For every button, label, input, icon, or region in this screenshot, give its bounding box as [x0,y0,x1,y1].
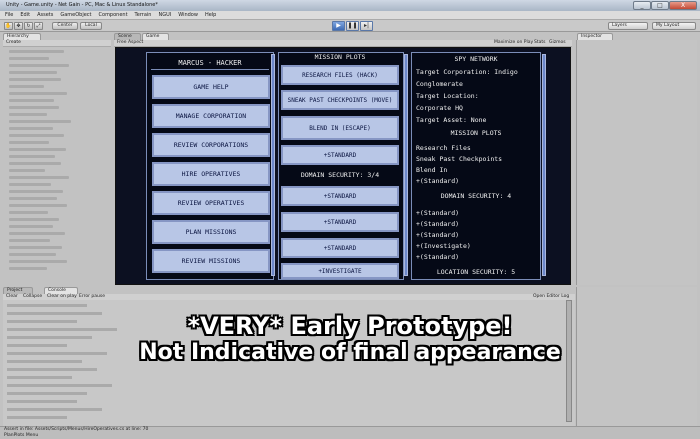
menu-file[interactable]: File [5,12,13,18]
spy-line-5: Target Asset: None [416,116,487,124]
maximize-on-play-toggle[interactable]: Maximize on Play [494,40,533,46]
console-tab-label: Console [48,288,66,293]
toolbar: ✋ ✥ ↻ ⤢ Center Local ▶ ❚❚ ▸| Layers My L… [0,20,700,32]
domain-standard-button-3[interactable]: +STANDARD [281,238,399,258]
player-title: MARCUS - HACKER [151,56,269,70]
domain-security-label: DOMAIN SECURITY: 3/4 [300,171,380,179]
menu-window[interactable]: Window [178,12,198,18]
minimize-button[interactable]: _ [633,1,651,10]
spy-plot-3: Blend In [416,166,448,174]
review-operatives-button[interactable]: REVIEW OPERATIVES [152,191,270,215]
game-view: MARCUS - HACKER GAME HELP MANAGE CORPORA… [115,47,571,285]
status-sub: PlanPlots Menu [4,433,39,438]
menu-gameobject[interactable]: GameObject [60,12,91,18]
review-corporations-button[interactable]: REVIEW CORPORATIONS [152,133,270,157]
game-view-toolbar: Free Aspect Maximize on Play Stats Gizmo… [114,40,572,47]
create-dropdown[interactable]: Create [6,40,21,46]
spy-domain-4: +(Investigate) [416,242,471,250]
game-tab-label: Game [146,34,160,39]
pivot-local-button[interactable]: Local [80,22,102,30]
manage-corporation-button[interactable]: MANAGE CORPORATION [152,104,270,128]
spy-domain-1: +(Standard) [416,209,460,217]
hierarchy-list [5,48,80,278]
spy-line-4: Corporate HQ [416,104,463,112]
prototype-notice-line-2: Not Indicative of final appearance [139,340,561,365]
menu-edit[interactable]: Edit [20,12,30,18]
aspect-dropdown[interactable]: Free Aspect [117,40,143,46]
game-tab[interactable]: Game [142,33,169,40]
spy-domain-5: +(Standard) [416,253,460,261]
project-tab-label: Project [7,288,23,293]
inspector-panel [576,40,697,285]
spy-line-2: Conglomerate [416,80,463,88]
hand-tool-icon[interactable]: ✋ [4,22,13,30]
mission-plots-title: MISSION PLOTS [314,53,366,61]
spy-network-title: SPY NETWORK [454,55,498,63]
layout-dropdown[interactable]: My Layout [652,22,696,30]
menu-bar: File Edit Assets GameObject Component Te… [0,11,700,20]
menu-component[interactable]: Component [99,12,128,18]
hierarchy-toolbar: Create [3,40,111,47]
menu-terrain[interactable]: Terrain [135,12,152,18]
spy-domain-title: DOMAIN SECURITY: 4 [440,192,512,200]
domain-standard-button-1[interactable]: +STANDARD [281,186,399,206]
gizmos-dropdown[interactable]: Gizmos [549,40,566,46]
menu-assets[interactable]: Assets [37,12,53,18]
layers-dropdown[interactable]: Layers [608,22,648,30]
hierarchy-tab-label: Hierarchy [7,34,29,39]
maximize-button[interactable]: □ [651,1,669,10]
menu-help[interactable]: Help [205,12,216,18]
scene-tab-label: Scene [118,34,132,39]
scene-tab[interactable]: Scene [114,33,141,40]
menu-ngui[interactable]: NGUI [158,12,171,18]
spy-line-1: Target Corporation: Indigo [416,68,518,76]
status-bar: Assert in file: Assets/Scripts/Menus/Hir… [0,426,700,439]
location-security-label: LOCATION SECURITY: 5 [436,268,516,276]
domain-investigate-button[interactable]: +INVESTIGATE [281,263,399,279]
spy-plot-1: Research Files [416,144,471,152]
spy-line-3: Target Location: [416,92,479,100]
prototype-notice-line-1: *VERY* Early Prototype! [187,312,513,340]
project-tab[interactable]: Project [3,287,33,294]
inspector-tab-label: Inspector [581,34,602,39]
blend-in-button[interactable]: BLEND IN (ESCAPE) [281,116,399,140]
inspector-tab[interactable]: Inspector [577,33,613,40]
window-title: Unity - Game.unity - Net Gain - PC, Mac … [6,2,158,8]
window-title-bar: Unity - Game.unity - Net Gain - PC, Mac … [0,0,700,11]
hierarchy-tab[interactable]: Hierarchy [3,33,41,40]
game-help-button[interactable]: GAME HELP [152,75,270,99]
pivot-center-button[interactable]: Center [52,22,78,30]
right-scrollbar[interactable] [542,54,546,276]
layout-label: My Layout [656,23,680,28]
review-missions-button[interactable]: REVIEW MISSIONS [152,249,270,273]
step-button[interactable]: ▸| [360,21,373,31]
plot-standard-button[interactable]: +STANDARD [281,145,399,165]
research-files-button[interactable]: RESEARCH FILES (HACK) [281,65,399,85]
stats-toggle[interactable]: Stats [534,40,546,46]
scale-tool-icon[interactable]: ⤢ [34,22,43,30]
sneak-past-checkpoints-button[interactable]: SNEAK PAST CHECKPOINTS (MOVE) [281,90,399,110]
left-scrollbar[interactable] [271,54,275,276]
plan-missions-button[interactable]: PLAN MISSIONS [152,220,270,244]
mission-plots-panel: MISSION PLOTS RESEARCH FILES (HACK) SNEA… [278,52,404,280]
spy-network-panel: SPY NETWORK Target Corporation: Indigo C… [411,52,541,280]
spy-domain-3: +(Standard) [416,231,460,239]
move-tool-icon[interactable]: ✥ [14,22,23,30]
hire-operatives-button[interactable]: HIRE OPERATIVES [152,162,270,186]
console-tab[interactable]: Console [44,287,78,294]
main-menu-panel: MARCUS - HACKER GAME HELP MANAGE CORPORA… [146,52,274,280]
domain-standard-button-2[interactable]: +STANDARD [281,212,399,232]
middle-scrollbar[interactable] [404,54,408,276]
spy-domain-2: +(Standard) [416,220,460,228]
pause-button[interactable]: ❚❚ [346,21,359,31]
spy-plot-2: Sneak Past Checkpoints [416,155,503,163]
spy-plot-4: +(Standard) [416,177,460,185]
play-button[interactable]: ▶ [332,21,345,31]
rotate-tool-icon[interactable]: ↻ [24,22,33,30]
spy-plots-title: MISSION PLOTS [450,129,502,137]
close-button[interactable]: X [669,1,697,10]
layers-label: Layers [612,23,627,28]
